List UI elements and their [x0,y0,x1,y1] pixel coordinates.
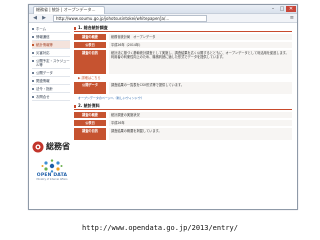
back-icon[interactable]: ◀ [32,15,38,21]
row-label: 公表日 [74,42,106,48]
row-value: 平成26年 [109,120,292,126]
close-icon[interactable]: ✕ [286,6,296,12]
row-value: 調査結果の概要を掲載しています。 [109,128,292,140]
info-row: 公表日 平成26年（2014年） [74,42,292,48]
sidebar-item-contact[interactable]: お問合せ [32,93,70,101]
info-row: 調査の概要 総務省統計局 オープンデータ [74,34,292,40]
browser-window: 総務省 | 統計 | オープンデータ… – □ ✕ ◀ ▶ http://www… [28,4,298,210]
opendata-dots-icon [41,159,63,173]
sidebar-item-home[interactable]: ホーム [32,25,70,33]
address-bar[interactable]: http://www.soumu.go.jp/johotsusintokei/w… [53,15,207,22]
sidebar-item-schedule[interactable]: 公開予定・スケジュール等 [32,57,70,69]
title-bar: 総務省 | 統計 | オープンデータ… – □ ✕ [29,5,297,14]
row-value: 平成26年（2014年） [109,42,292,48]
ministry-logo[interactable]: 総務省 [32,141,72,153]
navigation-bar: ◀ ▶ http://www.soumu.go.jp/johotsusintok… [29,14,297,23]
source-url-caption: http://www.opendata.go.jp/2013/entry/ [82,224,238,232]
row-label: 公開データ [74,82,106,94]
info-row: 調査の概要 統計調査の実施状況 [74,112,292,118]
sidebar: ホーム 情報通信 統計情報等 災害対応 公開予定・スケジュール等 公開データ 関… [32,25,70,101]
ministry-mark-icon [32,141,44,153]
row-label: 公表日 [74,120,106,126]
web-page: ホーム 情報通信 統計情報等 災害対応 公開予定・スケジュール等 公開データ 関… [29,23,297,209]
opendata-logo[interactable]: OPEN DATA Ministry of Internal Affairs [33,159,71,187]
sidebar-item-laws[interactable]: 法令・指針 [32,85,70,93]
section-heading: 1. 総合統計調査 [74,25,292,32]
row-label: 調査の概要 [74,34,106,40]
minimize-icon[interactable]: – [269,6,277,12]
row-label: 調査の概要 [74,112,106,118]
opendata-subtitle: Ministry of Internal Affairs [36,178,68,181]
sidebar-item-data[interactable]: 公開データ [32,69,70,77]
row-value: 総務省統計局 オープンデータ [109,34,292,40]
maximize-icon[interactable]: □ [278,6,286,12]
sidebar-item-stats[interactable]: 統計情報等 [32,41,70,49]
info-row: 調査の目的 調査結果の概要を掲載しています。 [74,128,292,140]
forward-icon[interactable]: ▶ [41,15,47,21]
sidebar-item-disaster[interactable]: 災害対応 [32,49,70,57]
sidebar-item-info[interactable]: 情報通信 [32,33,70,41]
main-content: 1. 総合統計調査 調査の概要 総務省統計局 オープンデータ 公表日 平成26年… [74,25,292,142]
sidebar-item-related[interactable]: 関連情報 [32,77,70,85]
menu-icon[interactable]: ≡ [290,15,294,21]
section-heading: 2. 統計資料 [74,103,292,110]
row-label: 調査の目的 [74,128,106,140]
browser-tab[interactable]: 総務省 | 統計 | オープンデータ… [33,6,105,14]
info-row: 公表日 平成26年 [74,120,292,126]
row-value: 統計調査の実施状況 [109,112,292,118]
row-label: 調査の目的 [74,50,106,74]
row-value: 調査結果の一覧表をCSV形式等で提供しています。 [109,82,292,94]
ministry-name: 総務省 [46,142,70,151]
info-row: 公開データ 調査結果の一覧表をCSV形式等で提供しています。 [74,82,292,94]
open-data-link[interactable]: オープンデータのページへ（新しいウィンドウ） [74,96,292,100]
row-value: 統計法に基づく基幹統計調査として実施し、調査結果を広く公開するとともに、オープン… [109,50,292,74]
info-row: 調査の目的 統計法に基づく基幹統計調査として実施し、調査結果を広く公開するととも… [74,50,292,74]
more-link[interactable]: ▶ 詳細はこちら [74,76,292,80]
